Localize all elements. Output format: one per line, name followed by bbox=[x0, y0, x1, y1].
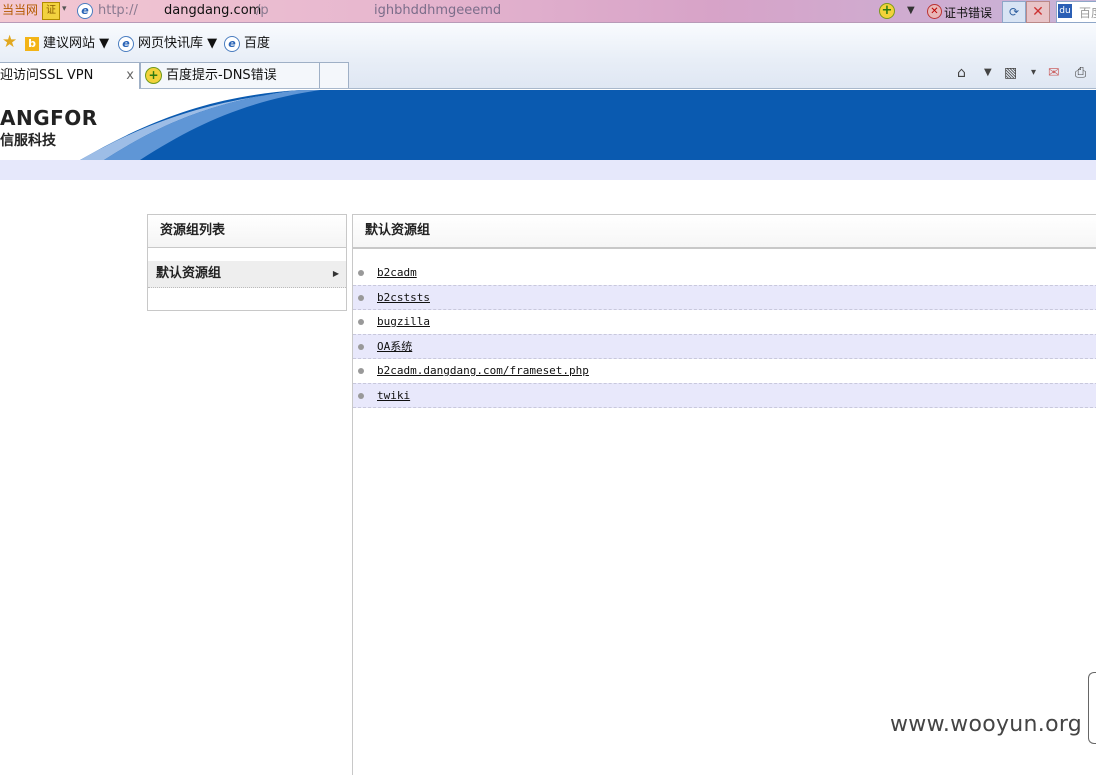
bullet-icon bbox=[358, 270, 364, 276]
sub-header-bar bbox=[0, 160, 1096, 180]
favorite-label: 建议网站 ▼ bbox=[43, 36, 110, 51]
tab-ssl-vpn[interactable]: 迎访问SSL VPN x bbox=[0, 62, 140, 89]
home-icon[interactable]: ⌂ bbox=[957, 65, 966, 81]
favorite-label: 网页快讯库 ▼ bbox=[138, 36, 218, 51]
favorites-bar: ★ b 建议网站 ▼ e 网页快讯库 ▼ e 百度 bbox=[0, 23, 1096, 60]
bullet-icon bbox=[358, 319, 364, 325]
brand-logo-text: ANGFOR bbox=[0, 106, 98, 130]
url-query: ighbhddhmgeeemd bbox=[374, 3, 502, 18]
search-input[interactable]: du 百度 bbox=[1056, 1, 1096, 23]
mail-icon[interactable]: ✉ bbox=[1048, 65, 1060, 81]
resource-link-oa[interactable]: OA系统 bbox=[377, 335, 412, 358]
error-icon[interactable]: ✕ bbox=[927, 4, 942, 19]
print-icon[interactable]: ⎙ bbox=[1075, 65, 1086, 81]
stop-button[interactable]: ✕ bbox=[1026, 1, 1050, 23]
bullet-icon bbox=[358, 344, 364, 350]
tab-baidu-dns-error[interactable]: + 百度提示-DNS错误 bbox=[140, 62, 320, 88]
resource-group-item-default[interactable]: 默认资源组 ▶ bbox=[148, 261, 346, 288]
address-bar: 当当网 证 ▾ e http:// dangdang.com /p ighbhd… bbox=[0, 0, 1096, 23]
chevron-down-icon[interactable]: ▾ bbox=[1031, 67, 1036, 78]
refresh-button[interactable]: ⟳ bbox=[1002, 1, 1026, 23]
baidu-tab-icon: + bbox=[145, 67, 162, 84]
resource-list-panel: 默认资源组 b2cadm b2cststs bugzilla OA系统 b2ca… bbox=[352, 214, 1096, 775]
site-badge[interactable]: 当当网 bbox=[0, 2, 40, 19]
tab-bar: 迎访问SSL VPN x + 百度提示-DNS错误 ⌂ ▼ ▧ ▾ ✉ ⎙ bbox=[0, 60, 1096, 89]
bullet-icon bbox=[358, 295, 364, 301]
resource-group-list-panel: 资源组列表 默认资源组 ▶ bbox=[147, 214, 347, 311]
resource-list: b2cadm b2cststs bugzilla OA系统 b2cadm.dan… bbox=[353, 261, 1096, 408]
panel-title: 默认资源组 bbox=[353, 215, 1096, 249]
tab-label: 百度提示-DNS错误 bbox=[166, 68, 277, 83]
ie-icon: e bbox=[118, 35, 134, 52]
url-domain: dangdang.com bbox=[164, 3, 262, 18]
resource-link-b2cststs[interactable]: b2cststs bbox=[377, 286, 430, 309]
bullet-icon bbox=[358, 393, 364, 399]
tab-label: 迎访问SSL VPN bbox=[0, 68, 94, 83]
list-item: b2cadm bbox=[353, 261, 1096, 285]
header-banner: ANGFOR 信服科技 bbox=[0, 90, 1096, 160]
resource-link-twiki[interactable]: twiki bbox=[377, 384, 410, 407]
ie-icon: e bbox=[224, 35, 240, 52]
favorites-star-icon[interactable]: ★ bbox=[2, 32, 17, 52]
chevron-down-icon[interactable]: ▾ bbox=[62, 4, 67, 14]
search-placeholder: 百度 bbox=[1079, 6, 1096, 20]
resource-link-b2cadm[interactable]: b2cadm bbox=[377, 261, 417, 284]
watermark: www.wooyun.org bbox=[890, 712, 1083, 737]
url-input[interactable]: e http:// dangdang.com /p ighbhddhmgeeem… bbox=[74, 2, 874, 19]
ie-page-icon: e bbox=[77, 3, 93, 19]
resource-link-bugzilla[interactable]: bugzilla bbox=[377, 310, 430, 333]
url-path: /p bbox=[256, 3, 269, 18]
baidu-icon: du bbox=[1058, 4, 1072, 18]
list-item: b2cststs bbox=[353, 285, 1096, 310]
rss-feed-icon[interactable]: ▧ bbox=[1004, 65, 1017, 81]
resource-link-frameset[interactable]: b2cadm.dangdang.com/frameset.php bbox=[377, 359, 589, 382]
chevron-down-icon[interactable]: ▼ bbox=[907, 5, 915, 16]
list-item: b2cadm.dangdang.com/frameset.php bbox=[353, 359, 1096, 383]
side-scroll-tab[interactable] bbox=[1088, 672, 1096, 744]
certificate-error-label[interactable]: 证书错误 bbox=[944, 4, 992, 21]
panel-title: 资源组列表 bbox=[148, 215, 346, 248]
favorite-baidu[interactable]: e 百度 bbox=[224, 35, 270, 53]
list-item: OA系统 bbox=[353, 334, 1096, 359]
close-icon[interactable]: x bbox=[126, 63, 134, 88]
chevron-down-icon[interactable]: ▼ bbox=[984, 67, 992, 78]
bullet-icon bbox=[358, 368, 364, 374]
brand-logo-cn: 信服科技 bbox=[0, 133, 56, 149]
compat-view-icon[interactable]: + bbox=[879, 3, 895, 19]
url-protocol: http:// bbox=[98, 3, 138, 18]
certificate-icon[interactable]: 证 bbox=[42, 2, 60, 20]
list-item: twiki bbox=[353, 383, 1096, 408]
favorite-suggested-sites[interactable]: b 建议网站 ▼ bbox=[25, 35, 109, 53]
resource-group-label: 默认资源组 bbox=[156, 266, 222, 281]
favorite-label: 百度 bbox=[244, 36, 271, 51]
new-tab-button[interactable] bbox=[319, 62, 349, 88]
bing-icon: b bbox=[25, 36, 39, 51]
favorite-web-slice-gallery[interactable]: e 网页快讯库 ▼ bbox=[118, 35, 217, 53]
list-item: bugzilla bbox=[353, 310, 1096, 334]
chevron-right-icon: ▶ bbox=[332, 269, 339, 278]
